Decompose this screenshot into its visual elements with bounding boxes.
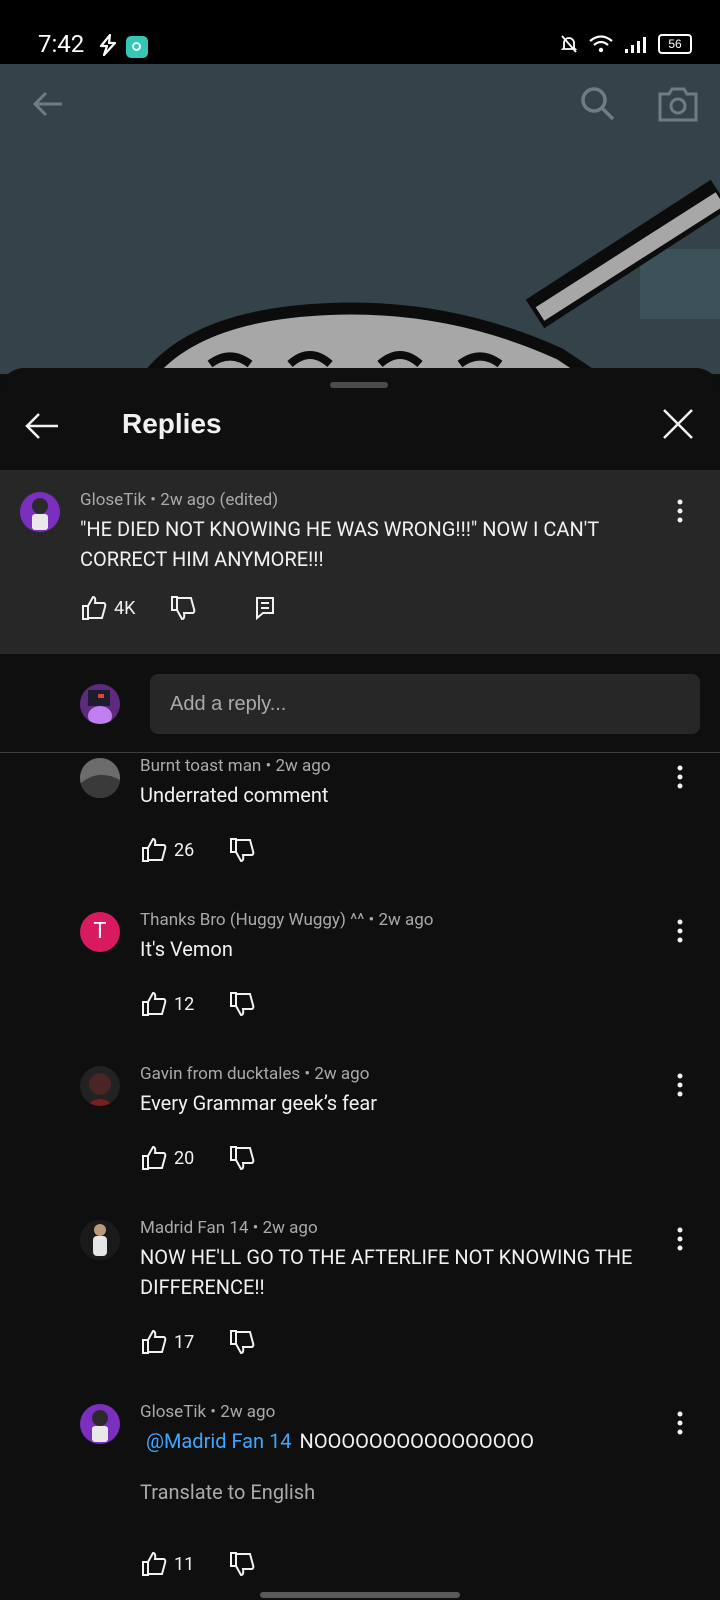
more-options-icon[interactable] bbox=[670, 1408, 690, 1438]
user-avatar-image bbox=[88, 690, 112, 724]
avatar[interactable] bbox=[80, 758, 120, 798]
like-count: 11 bbox=[174, 1553, 195, 1575]
comment-actions: 12 bbox=[140, 990, 256, 1018]
like-count: 26 bbox=[174, 839, 195, 861]
like-count: 12 bbox=[174, 993, 195, 1015]
like-count: 4K bbox=[114, 597, 136, 619]
mention-link[interactable]: @Madrid Fan 14 bbox=[146, 1429, 292, 1453]
status-icons: 56 bbox=[560, 34, 692, 54]
comment-meta: Gavin from ducktales • 2w ago bbox=[140, 1064, 370, 1084]
like-count: 17 bbox=[174, 1331, 195, 1353]
thumbs-up-icon[interactable] bbox=[80, 594, 108, 622]
more-options-icon[interactable] bbox=[670, 916, 690, 946]
comment-meta: GloseTik • 2w ago (edited) bbox=[80, 490, 279, 510]
signal-icon bbox=[625, 37, 646, 53]
thumbs-up-icon[interactable] bbox=[140, 836, 168, 864]
comment-actions: 20 bbox=[140, 1144, 256, 1172]
camera-icon[interactable] bbox=[656, 84, 700, 124]
gesture-bar[interactable] bbox=[260, 1592, 460, 1598]
wifi-icon bbox=[589, 35, 613, 53]
avatar-image bbox=[80, 758, 120, 798]
mute-bell-icon bbox=[560, 35, 578, 53]
avatar-letter: T bbox=[93, 919, 107, 944]
avatar[interactable] bbox=[80, 1220, 120, 1260]
thumbs-down-icon[interactable] bbox=[228, 836, 256, 864]
drag-handle[interactable] bbox=[330, 382, 388, 388]
more-options-icon[interactable] bbox=[670, 762, 690, 792]
avatar-image bbox=[32, 498, 48, 530]
comment-meta: Thanks Bro (Huggy Wuggy) ^^ • 2w ago bbox=[140, 910, 434, 930]
sheet-header: Replies bbox=[0, 396, 720, 468]
app-notification-icon bbox=[126, 36, 148, 58]
comment-body: NOOOOOOOOOOOOOOOO bbox=[299, 1429, 534, 1453]
add-reply-row bbox=[0, 654, 720, 753]
translate-link[interactable]: Translate to English bbox=[140, 1480, 315, 1504]
comment-text: Underrated comment bbox=[140, 783, 329, 807]
reply-comment-icon[interactable] bbox=[253, 595, 277, 621]
thumbs-down-icon[interactable] bbox=[169, 594, 197, 622]
like-count: 20 bbox=[174, 1147, 195, 1169]
parent-comment: GloseTik • 2w ago (edited) "HE DIED NOT … bbox=[0, 470, 720, 654]
comment-meta: Madrid Fan 14 • 2w ago bbox=[140, 1218, 318, 1238]
avatar-image bbox=[86, 1073, 114, 1106]
comment-text: "HE DIED NOT KNOWING HE WAS WRONG!!!" NO… bbox=[80, 517, 599, 571]
comment-actions: 17 bbox=[140, 1328, 256, 1356]
avatar[interactable] bbox=[80, 1066, 120, 1106]
status-bar: 7:42 56 bbox=[0, 0, 720, 64]
status-time: 7:42 bbox=[38, 30, 85, 58]
thumbs-up-icon[interactable] bbox=[140, 990, 168, 1018]
comment-text: NOW HE'LL GO TO THE AFTERLIFE NOT KNOWIN… bbox=[140, 1245, 633, 1299]
avatar-image bbox=[93, 1224, 107, 1256]
thumbs-down-icon[interactable] bbox=[228, 1550, 256, 1578]
more-options-icon[interactable] bbox=[670, 1070, 690, 1100]
back-arrow-icon[interactable] bbox=[22, 406, 62, 446]
comment-actions: 26 bbox=[140, 836, 256, 864]
sheet-title: Replies bbox=[122, 408, 222, 439]
avatar-image bbox=[92, 1410, 108, 1442]
battery-icon: 56 bbox=[658, 34, 692, 54]
comment-meta: GloseTik • 2w ago bbox=[140, 1402, 276, 1422]
comment-actions: 4K bbox=[80, 594, 277, 622]
back-arrow-icon[interactable] bbox=[28, 84, 68, 124]
avatar[interactable]: T bbox=[80, 912, 120, 952]
comment-text: Every Grammar geek’s fear bbox=[140, 1091, 377, 1115]
comment-meta: Burnt toast man • 2w ago bbox=[140, 756, 331, 776]
thumbs-up-icon[interactable] bbox=[140, 1144, 168, 1172]
replies-sheet: Replies GloseTik • 2w ago (edited) "HE D… bbox=[0, 368, 720, 1600]
close-icon[interactable] bbox=[658, 404, 698, 444]
comment-text: It's Vemon bbox=[140, 937, 233, 961]
avatar[interactable] bbox=[20, 492, 60, 532]
comment-actions: 11 bbox=[140, 1550, 256, 1578]
comment-text: @Madrid Fan 14 NOOOOOOOOOOOOOOOO bbox=[146, 1426, 686, 1456]
more-options-icon[interactable] bbox=[670, 1224, 690, 1254]
charging-bolt-icon bbox=[99, 34, 117, 56]
thumbs-down-icon[interactable] bbox=[228, 990, 256, 1018]
thumbs-up-icon[interactable] bbox=[140, 1550, 168, 1578]
thumbs-down-icon[interactable] bbox=[228, 1144, 256, 1172]
avatar bbox=[80, 684, 120, 724]
more-options-icon[interactable] bbox=[670, 496, 690, 526]
avatar[interactable] bbox=[80, 1404, 120, 1444]
add-reply-input[interactable] bbox=[150, 674, 700, 734]
thumbs-up-icon[interactable] bbox=[140, 1328, 168, 1356]
video-player[interactable] bbox=[0, 64, 720, 374]
search-icon[interactable] bbox=[578, 84, 618, 124]
thumbs-down-icon[interactable] bbox=[228, 1328, 256, 1356]
